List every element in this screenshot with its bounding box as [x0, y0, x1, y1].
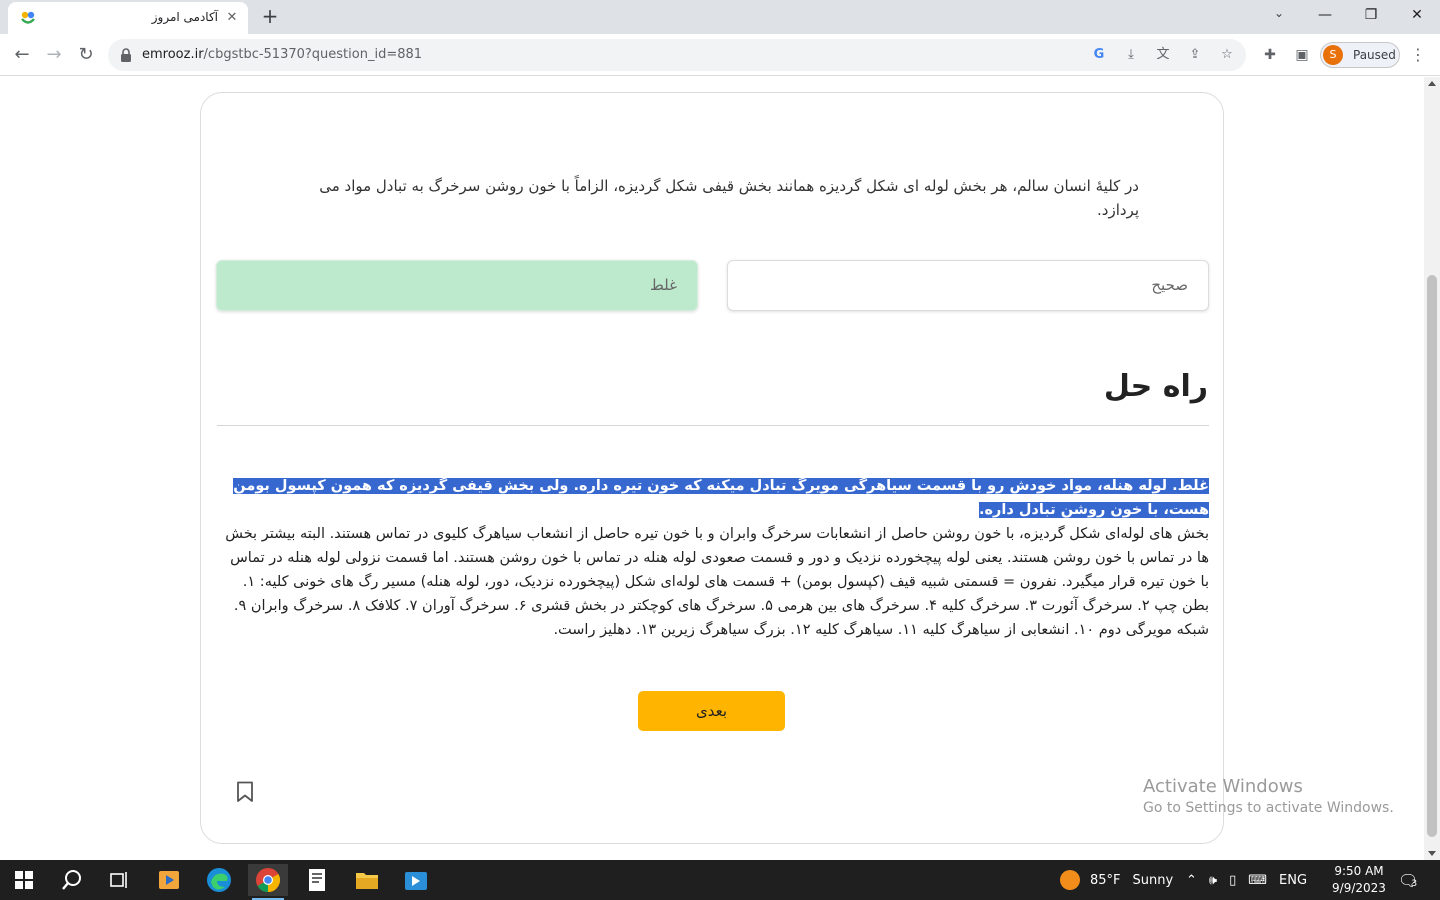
profile-button[interactable]: S Paused [1320, 42, 1400, 68]
browser-toolbar: ← → ↻ emrooz.ir/cbgstbc-51370?question_i… [0, 34, 1440, 76]
google-icon[interactable]: G [1088, 45, 1110, 65]
tab-search-icon[interactable]: ⌄ [1270, 6, 1288, 24]
date: 9/9/2023 [1332, 881, 1386, 895]
window-controls: — ❐ ✕ [1302, 0, 1440, 34]
option-true[interactable]: صحیح [727, 260, 1209, 311]
tab-strip: آکادمی امروز ✕ + ⌄ — ❐ ✕ [0, 0, 1440, 34]
clock[interactable]: 9:50 AM 9/9/2023 [1326, 863, 1392, 897]
share-icon[interactable]: ⇪ [1184, 45, 1206, 65]
browser-tab[interactable]: آکادمی امروز ✕ [8, 2, 248, 34]
task-view-icon[interactable] [100, 864, 140, 896]
volume-icon[interactable]: 🕪 [1209, 873, 1217, 888]
weather-widget[interactable]: 85°F Sunny [1060, 860, 1173, 900]
file-explorer-icon[interactable] [347, 864, 387, 896]
show-hidden-icons-icon[interactable]: ⌃ [1186, 873, 1197, 888]
page-content: در کلیهٔ انسان سالم، هر بخش لوله ای شکل … [0, 77, 1424, 860]
site-favicon-icon [21, 11, 35, 24]
bookmark-icon[interactable] [236, 781, 254, 803]
tab-title: آکادمی امروز [151, 10, 218, 24]
activate-windows-watermark: Activate Windows Go to Settings to activ… [1143, 776, 1394, 816]
lock-icon [121, 48, 131, 62]
weather-desc: Sunny [1132, 872, 1174, 888]
keyboard-icon[interactable]: ⌨ [1248, 873, 1267, 888]
scroll-up-icon[interactable] [1428, 81, 1436, 86]
reload-icon[interactable]: ↻ [74, 43, 98, 67]
divider [217, 425, 1209, 426]
next-button[interactable]: بعدی [638, 691, 785, 731]
tab-close-icon[interactable]: ✕ [224, 10, 240, 26]
install-icon[interactable]: ⤓ [1120, 45, 1142, 65]
profile-status: Paused [1353, 48, 1396, 62]
search-icon[interactable] [52, 864, 92, 896]
sun-icon [1060, 870, 1080, 890]
start-icon[interactable] [4, 864, 44, 896]
scrollbar-thumb[interactable] [1427, 275, 1437, 837]
notification-center-icon[interactable]: 🗨 3 [1398, 860, 1418, 900]
notepad-icon[interactable] [297, 864, 337, 896]
option-false-selected[interactable]: غلط [216, 260, 698, 311]
watermark-line1: Activate Windows [1143, 776, 1303, 797]
new-tab-button[interactable]: + [258, 5, 282, 29]
chrome-icon[interactable] [248, 864, 288, 900]
url-text: emrooz.ir/cbgstbc-51370?question_id=881 [142, 47, 423, 62]
bookmark-star-icon[interactable]: ☆ [1216, 45, 1238, 65]
watermark-line2: Go to Settings to activate Windows. [1143, 800, 1394, 816]
minimize-icon[interactable]: — [1302, 0, 1348, 30]
language-indicator[interactable]: ENG [1279, 873, 1307, 888]
store-app-icon[interactable] [396, 864, 436, 896]
system-tray: ⌃ 🕪 ▯ ⌨ ENG [1186, 860, 1307, 900]
weather-temp: 85°F [1090, 872, 1121, 888]
restore-icon[interactable]: ❐ [1348, 0, 1394, 30]
question-text: در کلیهٔ انسان سالم، هر بخش لوله ای شکل … [319, 177, 1139, 219]
edge-icon[interactable] [199, 864, 239, 896]
windows-taskbar: 85°F Sunny ⌃ 🕪 ▯ ⌨ ENG 9:50 AM 9/9/2023 … [0, 860, 1440, 900]
extensions-icon[interactable]: ✚ [1258, 43, 1282, 67]
avatar: S [1323, 45, 1343, 65]
page-scrollbar[interactable] [1424, 77, 1440, 860]
time: 9:50 AM [1334, 864, 1384, 878]
side-panel-icon[interactable]: ▣ [1290, 43, 1314, 67]
solution-highlight: غلط. لوله هنله، مواد خودش رو با قسمت سیا… [233, 478, 1209, 518]
solution-title: راه حل [1103, 369, 1208, 404]
address-bar[interactable]: emrooz.ir/cbgstbc-51370?question_id=881 … [108, 39, 1246, 71]
battery-icon[interactable]: ▯ [1229, 873, 1236, 888]
scroll-down-icon[interactable] [1428, 851, 1436, 856]
solution-text: غلط. لوله هنله، مواد خودش رو با قسمت سیا… [225, 474, 1209, 642]
close-window-icon[interactable]: ✕ [1394, 0, 1440, 30]
translate-icon[interactable]: 文 [1152, 45, 1174, 65]
menu-icon[interactable]: ⋮ [1408, 43, 1428, 67]
forward-icon[interactable]: → [42, 43, 66, 67]
question-card: در کلیهٔ انسان سالم، هر بخش لوله ای شکل … [200, 92, 1224, 844]
solution-body: بخش های لوله‌ای شکل گردیزه، با خون روشن … [225, 526, 1209, 638]
media-player-icon[interactable] [149, 864, 189, 896]
notification-count: 3 [1411, 879, 1418, 889]
back-icon[interactable]: ← [10, 43, 34, 67]
